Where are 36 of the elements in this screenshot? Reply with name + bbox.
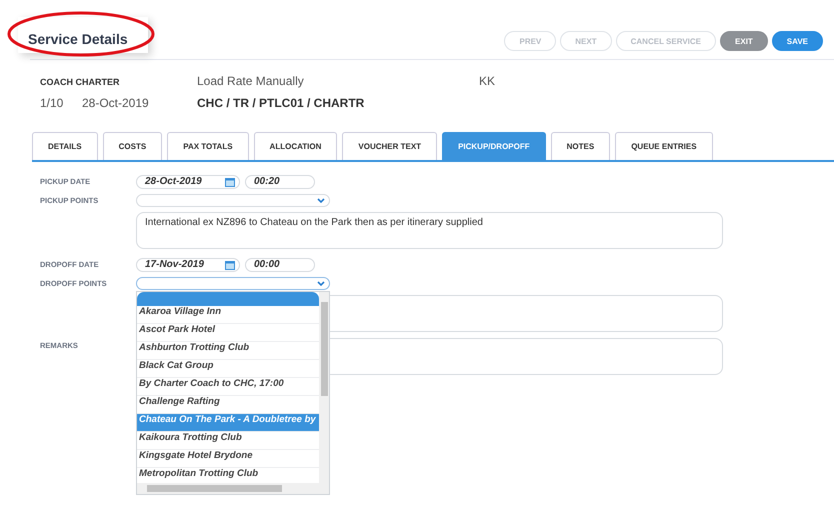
dropdown-option[interactable]: Black Cat Group	[137, 360, 319, 378]
page-title: Service Details	[28, 31, 128, 47]
date-field[interactable]: 28-Oct-2019	[136, 174, 240, 188]
dropdown-option[interactable]: By Charter Coach to CHC, 17:00	[137, 378, 319, 396]
tab[interactable]: DETAILS	[32, 132, 98, 160]
sequence-label: 1/10	[40, 96, 64, 110]
tab[interactable]: ALLOCATION	[254, 132, 338, 160]
calendar-icon[interactable]	[225, 176, 235, 186]
vertical-scrollbar[interactable]	[319, 292, 329, 483]
dropdown-option[interactable]: Kingsgate Hotel Brydone	[137, 450, 319, 468]
pickup-points-select[interactable]	[136, 194, 330, 207]
dropdown-option[interactable]: Kaikoura Trotting Club	[137, 432, 319, 450]
horizontal-scrollbar[interactable]	[137, 483, 329, 494]
service-type: COACH CHARTER	[40, 77, 120, 87]
tab[interactable]: QUEUE ENTRIES	[615, 132, 713, 160]
tab[interactable]: PAX TOTALS	[167, 132, 249, 160]
service-date: 28-Oct-2019	[82, 96, 150, 110]
pickup-notes-field[interactable]: International ex NZ896 to Chateau on the Park then as per itinerary supplied	[136, 212, 723, 249]
dropdown-option[interactable]: Ashburton Trotting Club	[137, 342, 319, 360]
tab[interactable]: VOUCHER TEXT	[342, 132, 438, 160]
code-label: KK	[479, 74, 496, 88]
dropoff-points-select[interactable]	[136, 277, 330, 290]
rate-label: Load Rate Manually	[197, 74, 305, 88]
route-label: CHC / TR / PTLC01 / CHARTR	[197, 96, 364, 110]
highlighted-option[interactable]	[137, 292, 319, 306]
tab[interactable]: COSTS	[102, 132, 162, 160]
chevron-down-icon	[317, 281, 325, 286]
time-field[interactable]: 00:20	[245, 174, 315, 188]
date-field[interactable]: 17-Nov-2019	[136, 258, 240, 272]
time-field[interactable]: 00:00	[245, 258, 315, 272]
tab[interactable]: NOTES	[550, 132, 610, 160]
calendar-icon[interactable]	[225, 260, 235, 270]
dropdown-option[interactable]: Ascot Park Hotel	[137, 324, 319, 342]
notes-text: International ex NZ896 to Chateau on the Park then as per itinerary supplied	[145, 217, 483, 228]
chevron-down-icon	[317, 198, 325, 203]
dropdown-option[interactable]: Akaroa Village Inn	[137, 306, 319, 324]
